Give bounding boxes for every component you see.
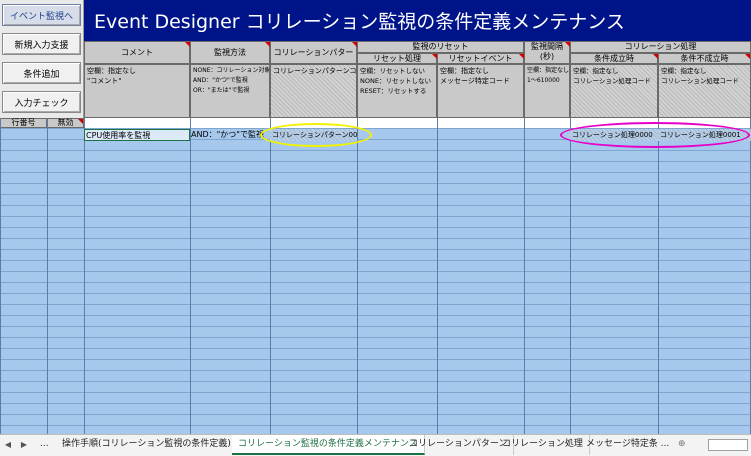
new-input-support-button[interactable]: 新規入力支援 [2, 33, 81, 55]
header-pattern: コリレーションパターン [270, 41, 357, 64]
comment-marker [185, 42, 190, 47]
row-gridline [0, 183, 751, 184]
row-gridline [0, 271, 751, 272]
column-gridline [437, 118, 438, 434]
row-gridline [0, 282, 751, 283]
tab-correlation-processing[interactable]: コリレーション処理 [496, 435, 590, 455]
method-cell[interactable]: AND："かつ"で監視 [190, 129, 270, 141]
row-gridline [0, 260, 751, 261]
row-gridline [0, 370, 751, 371]
desc-reset-event: 空欄：指定なし メッセージ特定コード [437, 64, 524, 118]
header-comment: コメント [84, 41, 190, 64]
row-gridline [0, 150, 751, 151]
comment-marker [352, 42, 357, 47]
row-gridline [0, 414, 751, 415]
row-number-header: 行番号 [0, 118, 47, 128]
row-gridline [0, 381, 751, 382]
row-gridline [0, 227, 751, 228]
row-gridline [0, 172, 751, 173]
column-gridline [357, 118, 358, 434]
header-proc-ok: 条件成立時 [570, 53, 658, 64]
header-proc-group: コリレーション処理 [570, 41, 751, 53]
column-gridline [47, 118, 48, 434]
desc-method: NONE：コリレーション対象外 AND："かつ"で監視 OR："または"で監視 [190, 64, 270, 118]
header-reset-proc: リセット処理 [357, 53, 437, 64]
comment-marker [519, 54, 524, 59]
desc-interval: 空欄：指定なし 1～610000 [524, 64, 570, 118]
row-gridline [0, 348, 751, 349]
desc-pattern: コリレーションパターンコード [270, 64, 357, 118]
page-title: Event Designer コリレーション監視の条件定義メンテナンス [84, 0, 751, 41]
row-gridline [0, 326, 751, 327]
highlight-ellipse-pattern [260, 123, 372, 147]
tab-message-identify[interactable]: メッセージ特定条 ... [580, 435, 675, 455]
input-check-button[interactable]: 入力チェック [2, 91, 81, 113]
desc-reset-proc: 空欄：リセットしない NONE：リセットしない RESET：リセットする [357, 64, 437, 118]
header-interval: 監視間隔 (秒) [524, 41, 570, 64]
add-condition-button[interactable]: 条件追加 [2, 62, 81, 84]
highlight-ellipse-processing [560, 122, 750, 148]
row-gridline [0, 161, 751, 162]
comment-marker [745, 54, 750, 59]
comment-marker [565, 42, 570, 47]
row-gridline [0, 293, 751, 294]
add-sheet-icon[interactable]: ⊕ [672, 435, 692, 455]
row-gridline [0, 205, 751, 206]
row-gridline [0, 392, 751, 393]
data-grid[interactable] [0, 128, 751, 434]
tab-more-left[interactable]: ... [34, 435, 55, 455]
column-gridline [270, 118, 271, 434]
column-gridline [84, 118, 85, 434]
header-reset-event: リセットイベント [437, 53, 524, 64]
header-proc-ng: 条件不成立時 [658, 53, 751, 64]
row-gridline [0, 194, 751, 195]
tab-operation-steps[interactable]: 操作手順(コリレーション監視の条件定義) [56, 435, 238, 455]
row-gridline [0, 216, 751, 217]
row-gridline [0, 425, 751, 426]
row-gridline [0, 249, 751, 250]
column-gridline [524, 118, 525, 434]
row-gridline [0, 403, 751, 404]
row-gridline [0, 359, 751, 360]
tab-scroll-left-icon[interactable]: ◀ [2, 437, 14, 453]
desc-proc-ok: 空欄：指定なし コリレーション処理コード [570, 64, 658, 118]
header-method: 監視方法 [190, 41, 270, 64]
comment-cell[interactable]: CPU使用率を監視 [84, 129, 190, 141]
row-gridline [0, 304, 751, 305]
header-reset-group: 監視のリセット [357, 41, 524, 53]
column-gridline [190, 118, 191, 434]
comment-marker [265, 42, 270, 47]
horizontal-scrollbar[interactable] [708, 439, 748, 451]
desc-comment: 空欄：指定なし "コメント" [84, 64, 190, 118]
tab-condition-maintenance[interactable]: コリレーション監視の条件定義メンテナンス [232, 435, 425, 455]
go-event-monitor-button[interactable]: イベント監視へ [2, 4, 81, 26]
tab-scroll-right-icon[interactable]: ▶ [18, 437, 30, 453]
column-gridline [570, 118, 571, 434]
comment-marker [653, 54, 658, 59]
column-gridline [658, 118, 659, 434]
row-gridline [0, 315, 751, 316]
desc-proc-ng: 空欄：指定なし コリレーション処理コード [658, 64, 751, 118]
row-gridline [0, 238, 751, 239]
sheet-tab-bar: ◀ ▶ ... 操作手順(コリレーション監視の条件定義) コリレーション監視の条… [0, 434, 751, 456]
row-gridline [0, 337, 751, 338]
comment-marker [432, 54, 437, 59]
sidebar: イベント監視へ 新規入力支援 条件追加 入力チェック [0, 0, 84, 118]
comment-marker [78, 119, 83, 124]
column-gridline [0, 118, 1, 434]
